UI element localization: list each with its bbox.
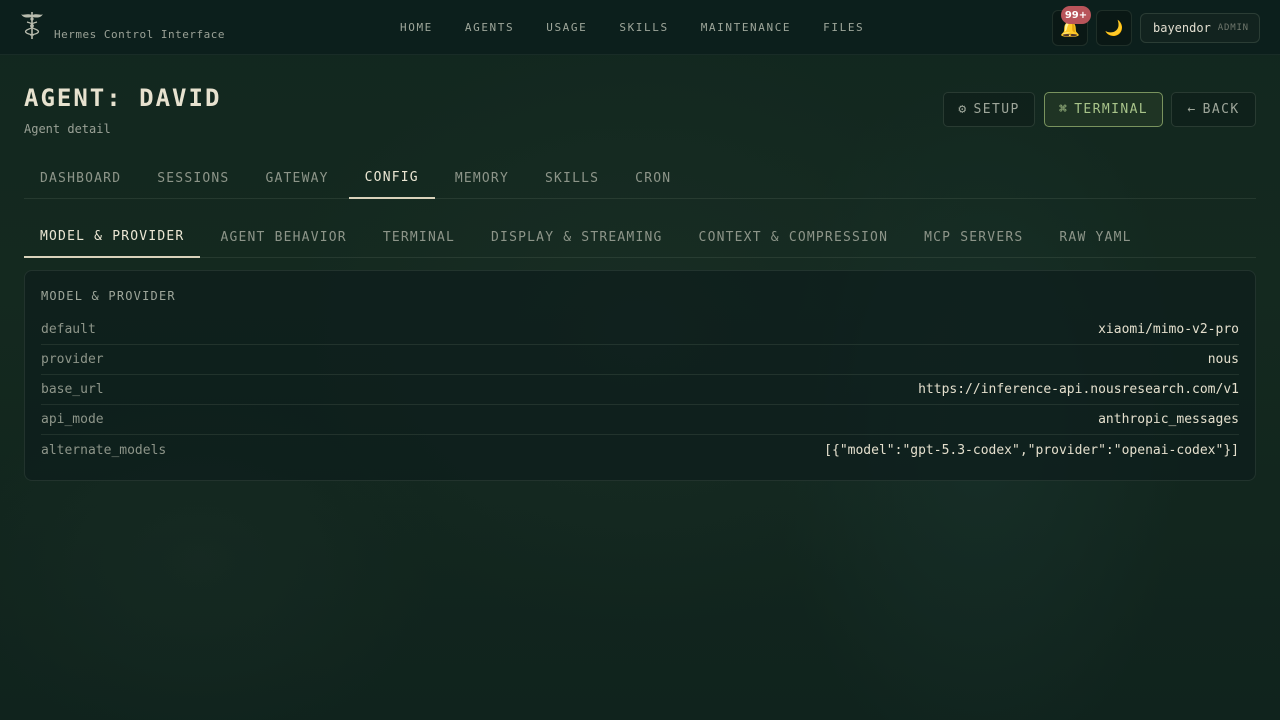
config-key: api_mode bbox=[41, 412, 104, 427]
config-subtabs: MODEL & PROVIDER AGENT BEHAVIOR TERMINAL… bbox=[24, 216, 1256, 258]
config-value: https://inference-api.nousresearch.com/v… bbox=[918, 382, 1239, 397]
nav-skills[interactable]: SKILLS bbox=[619, 21, 668, 34]
config-key: default bbox=[41, 322, 96, 337]
moon-icon: 🌙 bbox=[1104, 19, 1124, 37]
config-row-provider: provider nous bbox=[41, 345, 1239, 375]
panel-title: MODEL & PROVIDER bbox=[41, 289, 176, 303]
config-value: [{"model":"gpt-5.3-codex","provider":"op… bbox=[824, 442, 1239, 458]
nav-maintenance[interactable]: MAINTENANCE bbox=[701, 21, 791, 34]
theme-toggle-button[interactable]: 🌙 bbox=[1096, 10, 1132, 46]
user-role-badge: ADMIN bbox=[1217, 23, 1249, 33]
tab-cron[interactable]: CRON bbox=[619, 157, 687, 199]
tab-config[interactable]: CONFIG bbox=[348, 157, 435, 199]
subtab-context-compression[interactable]: CONTEXT & COMPRESSION bbox=[683, 216, 905, 258]
nav-usage[interactable]: USAGE bbox=[546, 21, 587, 34]
page-title: AGENT: DAVID bbox=[24, 84, 222, 112]
config-key: provider bbox=[41, 352, 104, 367]
caduceus-logo-icon[interactable] bbox=[20, 10, 44, 40]
config-row-default: default xiaomi/mimo-v2-pro bbox=[41, 315, 1239, 345]
arrow-left-icon: ← bbox=[1187, 102, 1197, 117]
config-value: xiaomi/mimo-v2-pro bbox=[1098, 322, 1239, 337]
subtab-mcp-servers[interactable]: MCP SERVERS bbox=[908, 216, 1039, 258]
agent-tabs: DASHBOARD SESSIONS GATEWAY CONFIG MEMORY… bbox=[24, 157, 1256, 199]
config-key: base_url bbox=[41, 382, 104, 397]
config-rows: default xiaomi/mimo-v2-pro provider nous… bbox=[41, 315, 1239, 465]
page-subtitle: Agent detail bbox=[24, 122, 111, 136]
nav-home[interactable]: HOME bbox=[400, 21, 433, 34]
tab-dashboard[interactable]: DASHBOARD bbox=[24, 157, 137, 199]
terminal-button[interactable]: ⌘ TERMINAL bbox=[1044, 92, 1163, 127]
tab-skills[interactable]: SKILLS bbox=[529, 157, 615, 199]
subtab-display-streaming[interactable]: DISPLAY & STREAMING bbox=[475, 216, 679, 258]
setup-button-label: SETUP bbox=[973, 102, 1020, 117]
user-menu-button[interactable]: bayendor ADMIN bbox=[1140, 13, 1260, 43]
subtab-model-provider[interactable]: MODEL & PROVIDER bbox=[24, 216, 201, 258]
main-nav: HOME AGENTS USAGE SKILLS MAINTENANCE FIL… bbox=[400, 0, 896, 55]
config-value: nous bbox=[1207, 352, 1239, 367]
config-row-alternate-models: alternate_models [{"model":"gpt-5.3-code… bbox=[41, 435, 1239, 465]
app-subtitle: Hermes Control Interface bbox=[54, 28, 225, 41]
config-value: anthropic_messages bbox=[1098, 412, 1239, 427]
top-bar: Hermes Control Interface HOME AGENTS USA… bbox=[0, 0, 1280, 55]
subtab-terminal[interactable]: TERMINAL bbox=[367, 216, 471, 258]
command-icon: ⌘ bbox=[1058, 102, 1069, 117]
tab-sessions[interactable]: SESSIONS bbox=[141, 157, 245, 199]
back-button-label: BACK bbox=[1202, 102, 1240, 117]
gear-icon: ⚙ bbox=[958, 102, 968, 117]
nav-files[interactable]: FILES bbox=[823, 21, 864, 34]
subtab-raw-yaml[interactable]: RAW YAML bbox=[1043, 216, 1147, 258]
setup-button[interactable]: ⚙ SETUP bbox=[943, 92, 1035, 127]
tab-gateway[interactable]: GATEWAY bbox=[249, 157, 344, 199]
nav-agents[interactable]: AGENTS bbox=[465, 21, 514, 34]
subtab-agent-behavior[interactable]: AGENT BEHAVIOR bbox=[204, 216, 362, 258]
tab-memory[interactable]: MEMORY bbox=[439, 157, 525, 199]
notification-count-badge: 99+ bbox=[1061, 6, 1091, 24]
back-button[interactable]: ← BACK bbox=[1171, 92, 1256, 127]
config-key: alternate_models bbox=[41, 442, 167, 458]
config-row-api-mode: api_mode anthropic_messages bbox=[41, 405, 1239, 435]
model-provider-panel: MODEL & PROVIDER default xiaomi/mimo-v2-… bbox=[24, 270, 1256, 481]
terminal-button-label: TERMINAL bbox=[1074, 102, 1149, 117]
user-name: bayendor bbox=[1153, 21, 1211, 35]
config-row-base-url: base_url https://inference-api.nousresea… bbox=[41, 375, 1239, 405]
